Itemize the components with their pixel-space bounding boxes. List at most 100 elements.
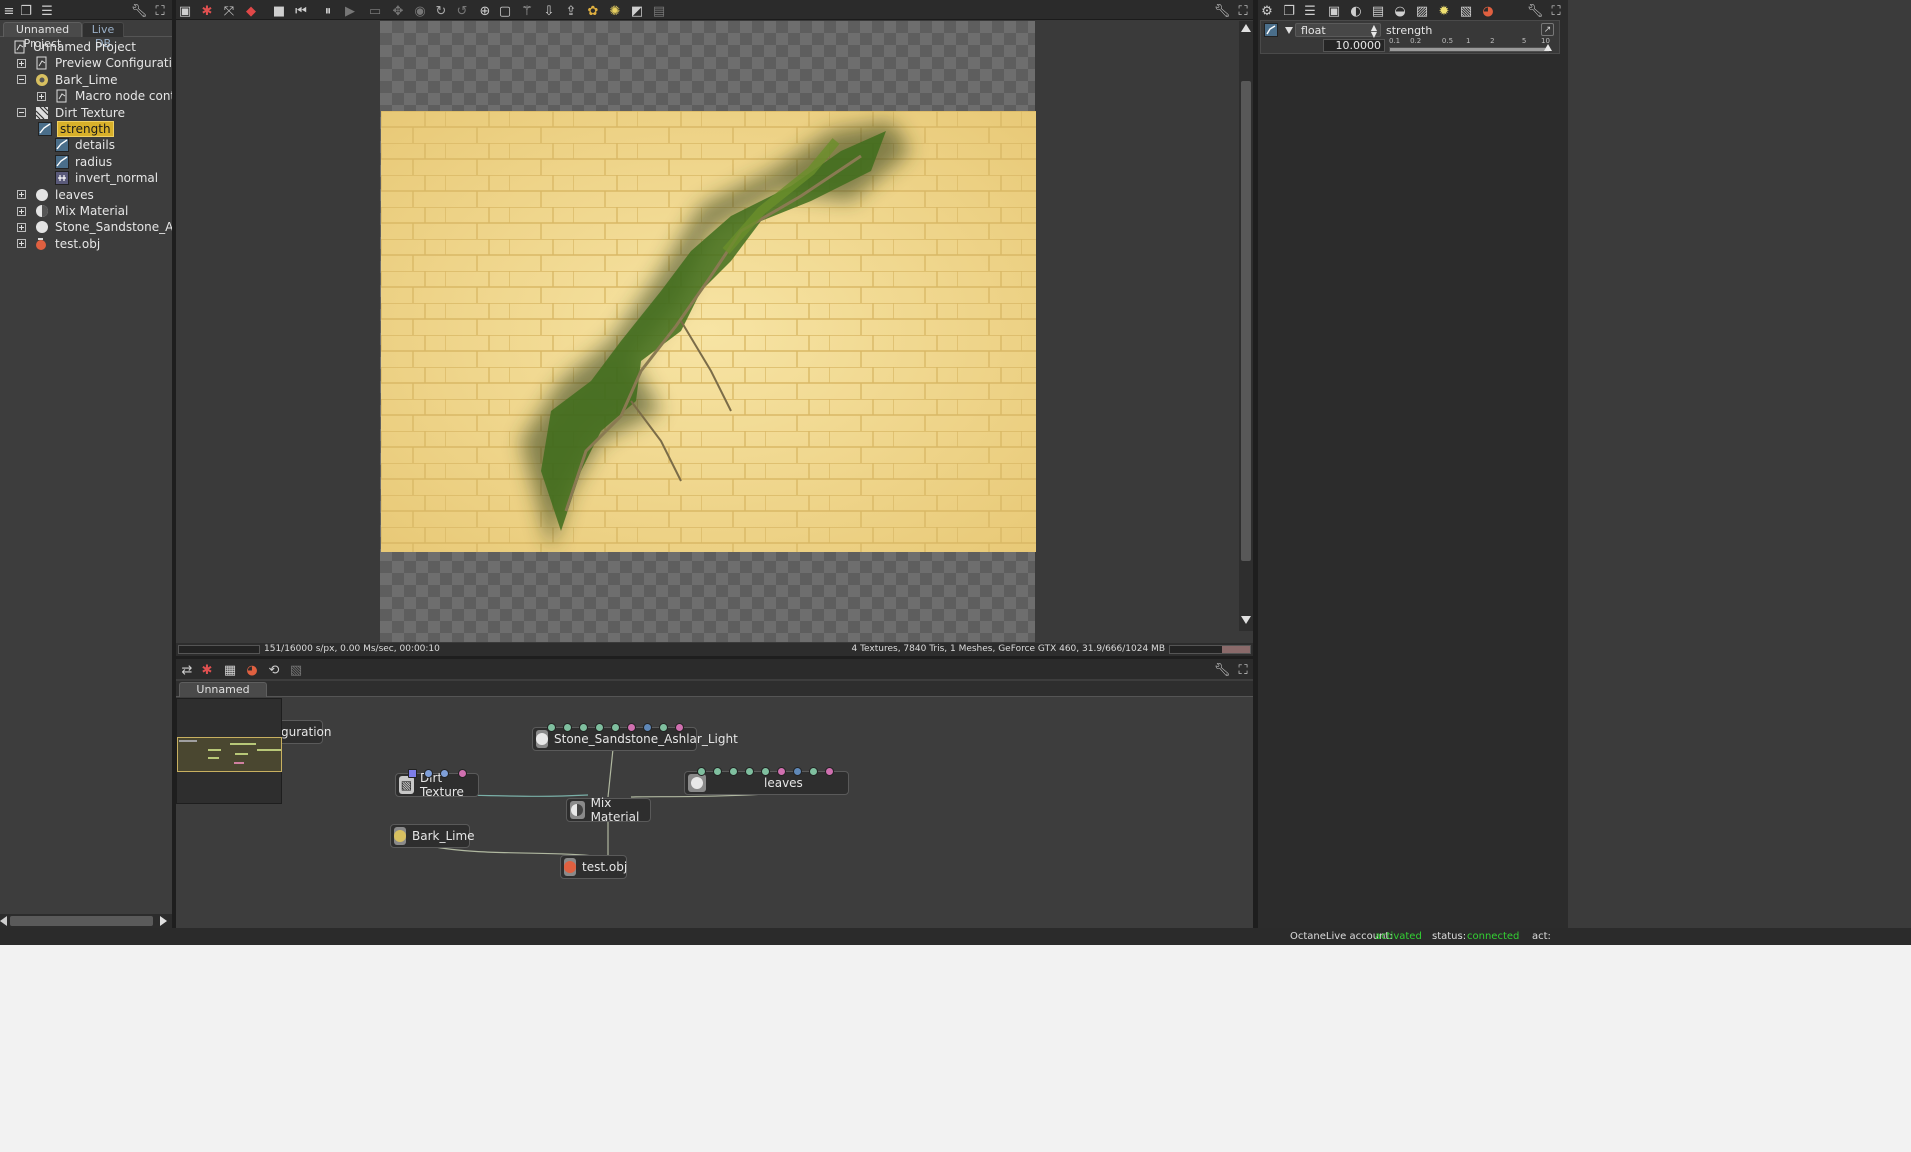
tree-item[interactable]: leaves	[17, 186, 94, 204]
node-fullscreen-icon[interactable]: ⛶	[1234, 661, 1252, 679]
tree-item[interactable]: Bark_Lime	[17, 71, 118, 89]
render-region-icon[interactable]: ◩	[628, 2, 646, 20]
snapshot-icon[interactable]: ▣	[176, 2, 194, 20]
inspector-table-icon[interactable]: ▤	[1369, 2, 1387, 20]
reset-camera-icon[interactable]: ✱	[198, 2, 216, 20]
inspector-picture-icon[interactable]: ▨	[1413, 2, 1431, 20]
node-graph-icon[interactable]: ▦	[221, 661, 239, 679]
inspector-mesh-icon[interactable]: ◕	[1479, 2, 1497, 20]
light-icon[interactable]: ✺	[606, 2, 624, 20]
expand-icon[interactable]	[17, 190, 26, 200]
stop-icon[interactable]: ■	[270, 2, 288, 20]
input-pin[interactable]	[408, 769, 417, 778]
windows-icon[interactable]: ❐	[17, 2, 35, 20]
input-pin[interactable]	[595, 723, 604, 732]
input-pin[interactable]	[675, 723, 684, 732]
node-bark-lime[interactable]: Bark_Lime	[390, 824, 475, 848]
inspector-wrench-icon[interactable]: 🔧︎	[1526, 2, 1544, 20]
inspector-list-icon[interactable]: ☰	[1301, 2, 1319, 20]
input-pin[interactable]	[458, 769, 467, 778]
node-arrange-icon[interactable]: ⇄	[178, 661, 196, 679]
tab-unnamed-project[interactable]: Unnamed Project	[3, 22, 82, 50]
input-pin[interactable]	[579, 723, 588, 732]
tree-item[interactable]: Preview Configuration	[17, 54, 187, 72]
lock-icon[interactable]: ▤	[650, 2, 668, 20]
input-pin[interactable]	[563, 723, 572, 732]
sphere-render-icon[interactable]: ◉	[411, 2, 429, 20]
collapse-icon[interactable]	[17, 108, 26, 118]
export-icon[interactable]: ⇪	[562, 2, 580, 20]
node-dirt-texture[interactable]: ▧ Dirt Texture	[395, 769, 479, 799]
region-icon[interactable]: ▢	[496, 2, 514, 20]
refresh-icon[interactable]: ↻	[432, 2, 450, 20]
node-material-icon[interactable]: ◕	[243, 661, 261, 679]
node-test-obj[interactable]: test.obj	[560, 855, 627, 879]
input-pin[interactable]	[793, 767, 802, 776]
collapse-triangle-icon[interactable]	[1285, 27, 1293, 34]
node-mix-material[interactable]: Mix Material	[566, 796, 651, 824]
input-pin[interactable]	[745, 767, 754, 776]
collapse-icon[interactable]	[17, 75, 26, 85]
input-pin[interactable]	[611, 723, 620, 732]
node-reset-icon[interactable]: ✱	[198, 661, 216, 679]
recenter-icon[interactable]: ⤧	[220, 2, 238, 20]
inspector-sun-icon[interactable]: ✹	[1435, 2, 1453, 20]
af-icon[interactable]: ✥	[389, 2, 407, 20]
input-pin[interactable]	[627, 723, 636, 732]
play-icon[interactable]: ▶	[341, 2, 359, 20]
scroll-left-arrow-icon[interactable]	[0, 916, 7, 926]
input-pin[interactable]	[777, 767, 786, 776]
input-pin[interactable]	[440, 769, 449, 778]
wrench-icon[interactable]: 🔧︎	[130, 2, 148, 20]
input-pin[interactable]	[643, 723, 652, 732]
color-cube-icon[interactable]: ◆	[242, 2, 260, 20]
expand-icon[interactable]	[17, 58, 26, 68]
inspector-image-icon[interactable]: ▣	[1325, 2, 1343, 20]
inspector-windows-icon[interactable]: ❐	[1280, 2, 1298, 20]
input-pin[interactable]	[713, 767, 722, 776]
node-wrench-icon[interactable]: 🔧︎	[1213, 661, 1231, 679]
expand-icon[interactable]	[37, 91, 46, 101]
expand-icon[interactable]	[17, 222, 26, 232]
wand-icon[interactable]: ⚚	[518, 2, 536, 20]
node-stone-sandstone[interactable]: Stone_Sandstone_Ashlar_Light	[532, 723, 738, 751]
node-rotate-icon[interactable]: ⟲	[265, 661, 283, 679]
input-pin[interactable]	[697, 767, 706, 776]
node-texture-icon[interactable]: ▧	[287, 661, 305, 679]
value-slider[interactable]	[1389, 44, 1552, 52]
tree-item[interactable]: details	[37, 136, 115, 154]
layers-icon[interactable]: ☰	[38, 2, 56, 20]
pin-toggle-icon[interactable]: ↗	[1541, 23, 1554, 36]
fullscreen-icon[interactable]: ⛶	[151, 2, 169, 20]
scroll-right-arrow-icon[interactable]	[160, 916, 167, 926]
restart-icon[interactable]: ⏮	[292, 2, 310, 20]
import-icon[interactable]: ⇩	[540, 2, 558, 20]
inspector-settings-icon[interactable]: ⚙	[1258, 2, 1276, 20]
viewport-wrench-icon[interactable]: 🔧︎	[1213, 2, 1231, 20]
tree-item[interactable]: radius	[37, 153, 112, 171]
tree-item[interactable]: strength	[20, 120, 114, 138]
tree-item[interactable]: Dirt Texture	[17, 104, 125, 122]
inspector-gradient-icon[interactable]: ◐	[1347, 2, 1365, 20]
input-pin[interactable]	[424, 769, 433, 778]
tab-live-db[interactable]: Live DB	[82, 22, 124, 50]
tree-horizontal-scrollbar[interactable]	[0, 914, 172, 928]
type-select[interactable]: float ▲ ▼	[1295, 23, 1381, 39]
scroll-up-arrow-icon[interactable]	[1241, 24, 1251, 32]
viewport-fullscreen-icon[interactable]: ⛶	[1234, 2, 1252, 20]
inspector-texture-icon[interactable]: ▧	[1457, 2, 1475, 20]
scrollbar-thumb[interactable]	[10, 916, 153, 926]
viewport-vertical-scrollbar[interactable]	[1239, 21, 1253, 631]
tree-item[interactable]: invert_normal	[37, 169, 158, 187]
inspector-fullscreen-icon[interactable]: ⛶	[1547, 2, 1565, 20]
tree-item[interactable]: test.obj	[17, 235, 100, 253]
expand-icon[interactable]	[17, 239, 26, 249]
zoom-icon[interactable]: ⊕	[476, 2, 494, 20]
input-pin[interactable]	[761, 767, 770, 776]
slider-handle[interactable]	[1544, 44, 1552, 51]
input-pin[interactable]	[547, 723, 556, 732]
value-input[interactable]: 10.0000	[1323, 39, 1385, 52]
input-pin[interactable]	[659, 723, 668, 732]
material-picker-icon[interactable]: ✿	[584, 2, 602, 20]
node-leaves[interactable]: leaves	[684, 767, 849, 795]
